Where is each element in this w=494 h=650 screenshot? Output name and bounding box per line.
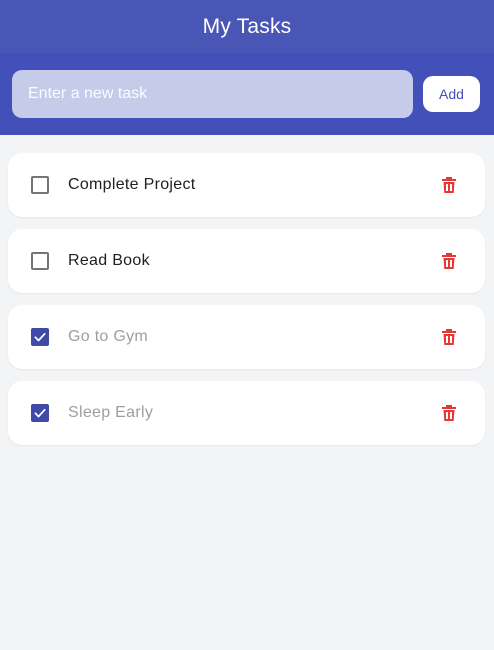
check-icon <box>34 408 46 418</box>
task-label: Complete Project <box>68 176 196 193</box>
app-header: My Tasks <box>0 0 494 53</box>
trash-icon <box>442 177 456 193</box>
add-task-button[interactable]: Add <box>423 76 480 112</box>
new-task-bar: Add <box>0 53 494 135</box>
task-label: Go to Gym <box>68 328 149 345</box>
task-list: Complete Project Read Book Go to Gym Sle… <box>0 135 494 445</box>
task-item: Sleep Early <box>8 381 485 445</box>
delete-task-button[interactable] <box>437 173 461 197</box>
new-task-input[interactable] <box>12 70 413 118</box>
task-item: Read Book <box>8 229 485 293</box>
delete-task-button[interactable] <box>437 249 461 273</box>
trash-icon <box>442 253 456 269</box>
task-label: Read Book <box>68 252 150 269</box>
check-icon <box>34 332 46 342</box>
task-checkbox[interactable] <box>31 328 49 346</box>
task-item: Complete Project <box>8 153 485 217</box>
task-label: Sleep Early <box>68 404 154 421</box>
page-title: My Tasks <box>202 14 292 38</box>
trash-icon <box>442 405 456 421</box>
task-checkbox[interactable] <box>31 404 49 422</box>
task-checkbox[interactable] <box>31 252 49 270</box>
delete-task-button[interactable] <box>437 325 461 349</box>
task-item: Go to Gym <box>8 305 485 369</box>
delete-task-button[interactable] <box>437 401 461 425</box>
task-checkbox[interactable] <box>31 176 49 194</box>
app-root: My Tasks Add Complete Project Read Book <box>0 0 494 650</box>
trash-icon <box>442 329 456 345</box>
